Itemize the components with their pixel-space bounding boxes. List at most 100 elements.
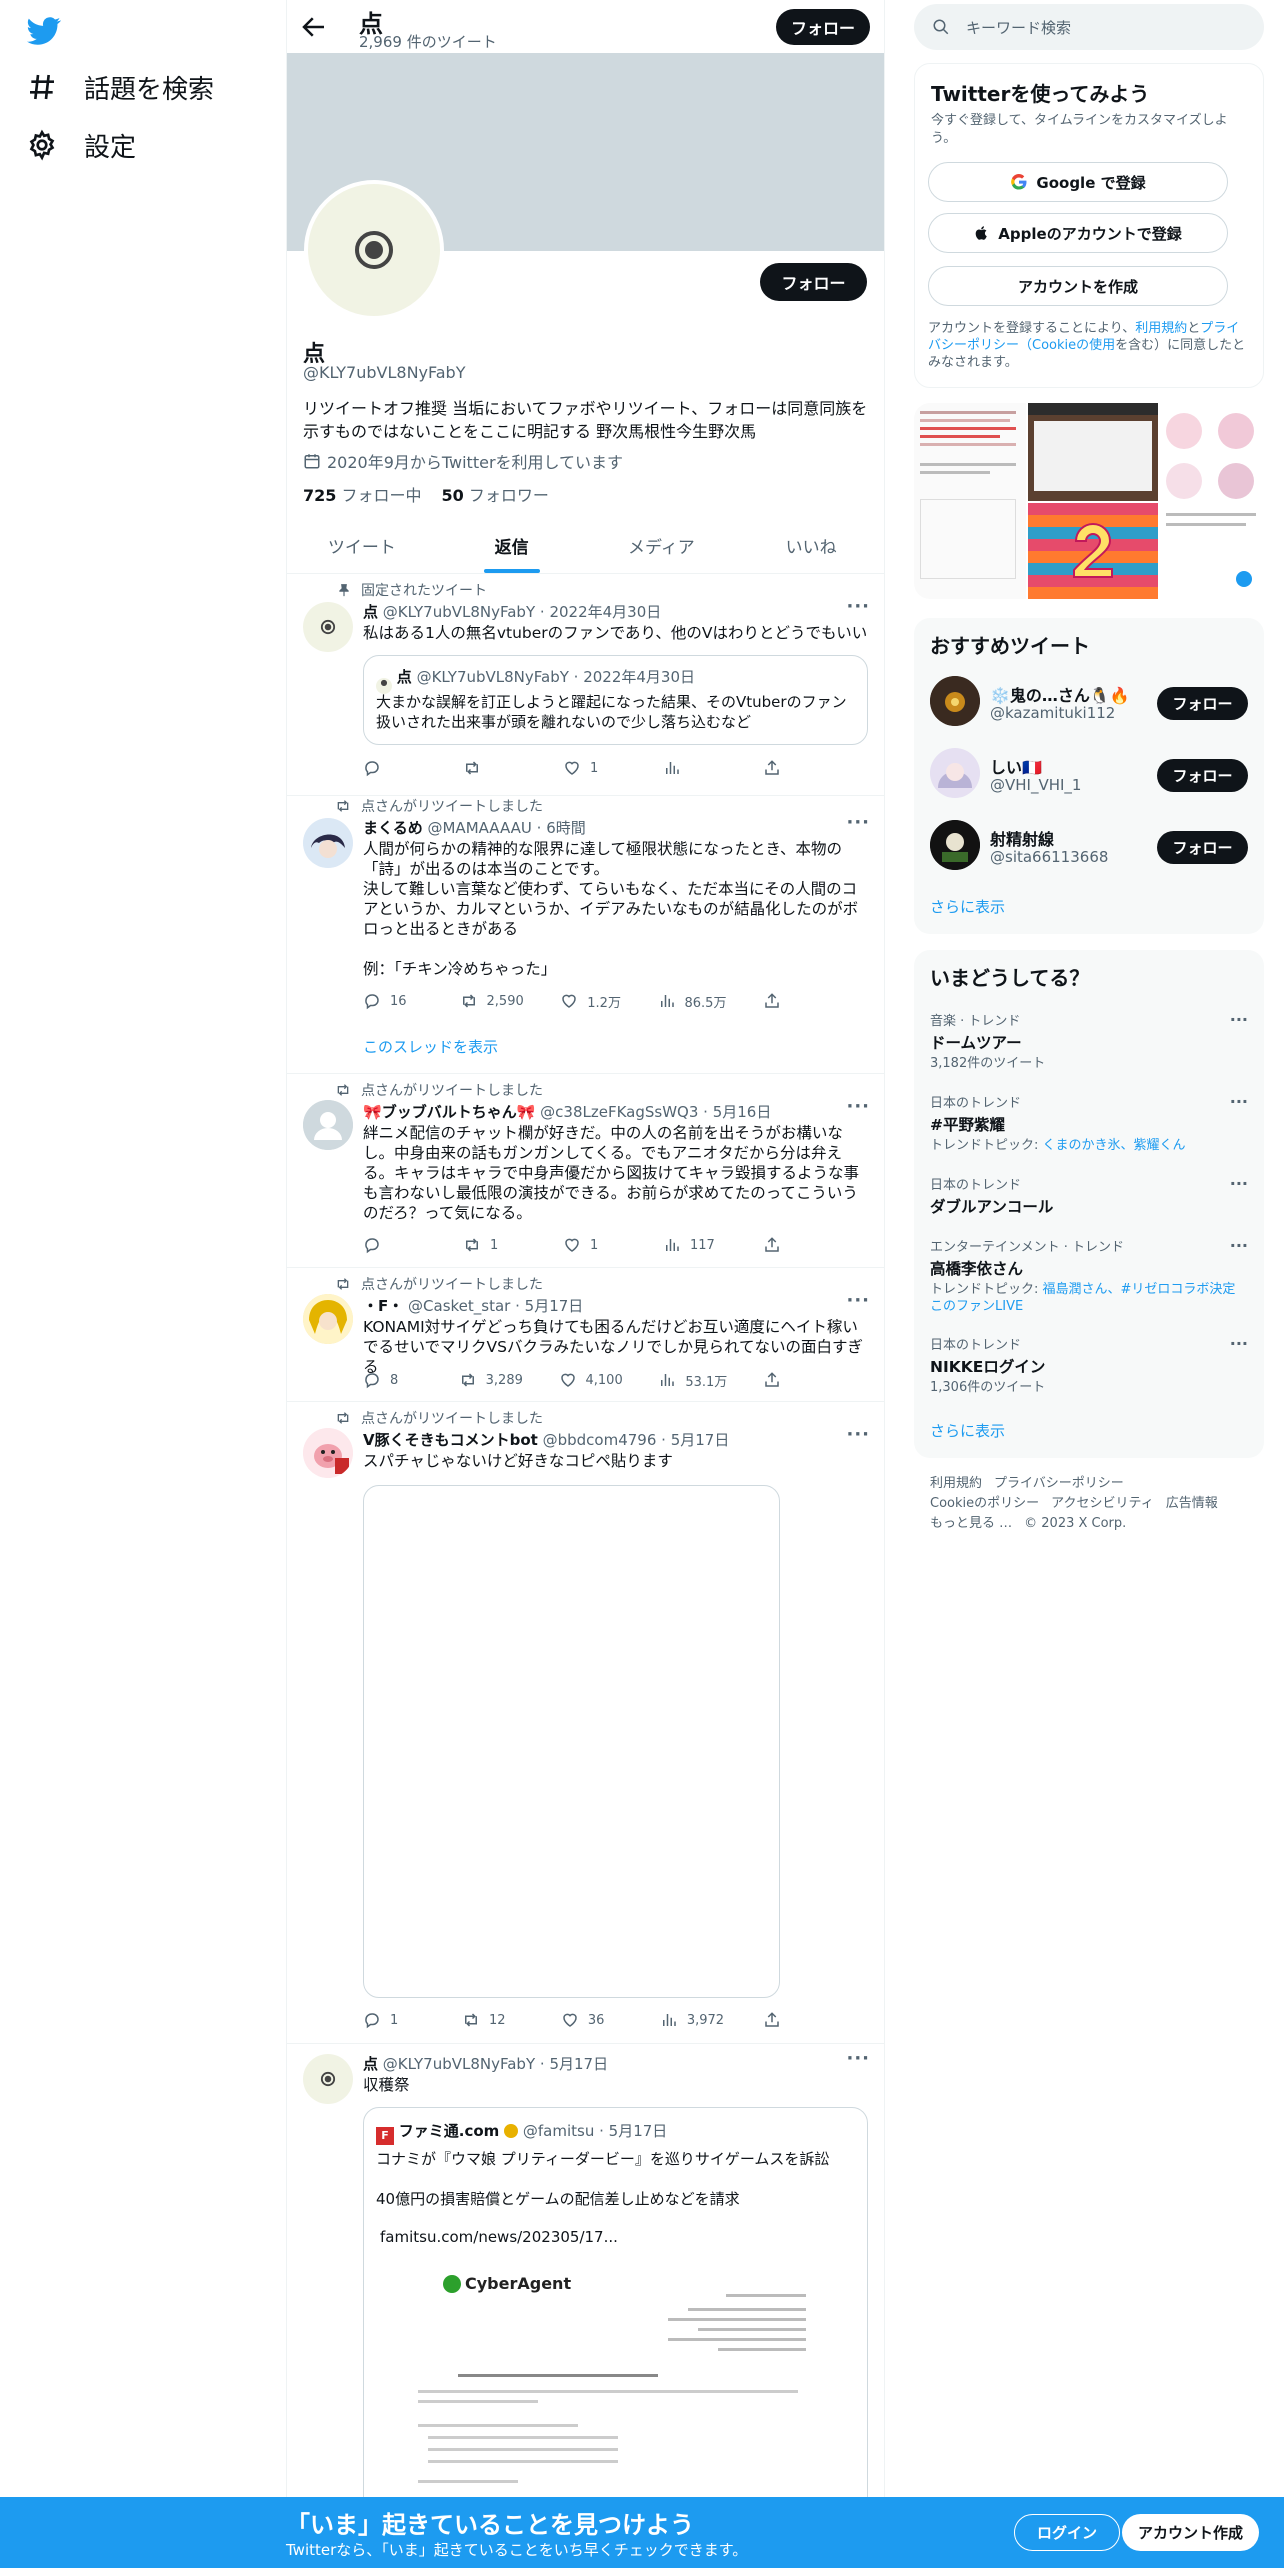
profile-follow-button[interactable]: フォロー: [760, 263, 867, 301]
tweet[interactable]: 点さんがリツイートしました 🎀ブッブバルトちゃん🎀 @c38LzeFKagSsW…: [287, 1074, 884, 1268]
reply-button[interactable]: 1: [363, 2009, 423, 2031]
tweet[interactable]: 点さんがリツイートしました V豚くそきもコメントbot @bbdcom4796 …: [287, 1402, 884, 2044]
header-follow-button[interactable]: フォロー: [776, 9, 870, 45]
trend-item[interactable]: 日本のトレンド #平野紫耀 トレンドトピック: くまのかき氷、紫耀くん ···: [930, 1092, 1248, 1154]
retweet-button[interactable]: [463, 757, 523, 779]
media-thumbnail[interactable]: [1028, 403, 1158, 501]
retweet-button[interactable]: 2,590: [460, 990, 524, 1012]
more-icon[interactable]: ···: [846, 1424, 870, 1445]
tweet-handle[interactable]: @c38LzeFKagSsWQ3: [540, 1103, 698, 1121]
tweet-media-image[interactable]: [363, 1485, 780, 1998]
avatar[interactable]: [930, 820, 980, 870]
footer-link[interactable]: 利用規約: [930, 1476, 982, 1491]
more-icon[interactable]: ···: [1230, 1092, 1248, 1111]
tweet-author[interactable]: 点: [363, 603, 378, 621]
tweet-date[interactable]: 5月16日: [713, 1103, 772, 1121]
trend-item[interactable]: 音楽 · トレンド ドームツアー 3,182件のツイート ···: [930, 1010, 1248, 1072]
tweet-handle[interactable]: @KLY7ubVL8NyFabY: [383, 2055, 535, 2073]
recommended-more-link[interactable]: さらに表示: [930, 896, 1005, 917]
more-icon[interactable]: ···: [1230, 1334, 1248, 1353]
tweet-date[interactable]: 6時間: [546, 819, 586, 837]
profile-avatar[interactable]: [304, 180, 444, 320]
search-input[interactable]: キーワード検索: [914, 4, 1264, 50]
apple-signup-button[interactable]: Appleのアカウントで登録: [928, 213, 1228, 253]
twitter-logo-icon[interactable]: [27, 14, 67, 54]
quote-link[interactable]: famitsu.com/news/202305/17...: [380, 2228, 618, 2246]
share-button[interactable]: [763, 757, 783, 779]
more-icon[interactable]: ···: [846, 2048, 870, 2069]
avatar[interactable]: [303, 602, 353, 652]
footer-link[interactable]: もっと見る …: [930, 1516, 1012, 1531]
tab-likes[interactable]: いいね: [736, 518, 884, 573]
follow-button[interactable]: フォロー: [1157, 687, 1248, 720]
reply-button[interactable]: 8: [363, 1369, 423, 1391]
trend-item[interactable]: 日本のトレンド ダブルアンコール ···: [930, 1174, 1248, 1217]
more-icon[interactable]: ···: [1230, 1010, 1248, 1029]
tweet[interactable]: 点さんがリツイートしました まくるめ @MAMAAAAU · 6時間 ··· 人…: [287, 796, 884, 1074]
tweet-author[interactable]: V豚くそきもコメントbot: [363, 1431, 538, 1449]
like-button[interactable]: 1: [563, 757, 623, 779]
media-thumbnail[interactable]: [914, 403, 1026, 599]
media-grid[interactable]: [914, 403, 1264, 599]
views-button[interactable]: [663, 757, 723, 779]
recommended-user[interactable]: しい🇫🇷 @VHI_VHI_1 フォロー: [930, 748, 1248, 804]
nav-settings[interactable]: 設定: [26, 116, 136, 174]
reply-button[interactable]: [363, 1234, 423, 1256]
like-button[interactable]: 1: [563, 1234, 623, 1256]
tab-replies[interactable]: 返信: [437, 518, 587, 573]
quoted-tweet[interactable]: ● 点 @KLY7ubVL8NyFabY · 2022年4月30日 大まかな誤解…: [363, 655, 868, 745]
avatar[interactable]: [303, 1428, 353, 1478]
media-thumbnail[interactable]: [1160, 403, 1264, 599]
footer-link[interactable]: 広告情報: [1166, 1496, 1218, 1511]
tweet-handle[interactable]: @KLY7ubVL8NyFabY: [383, 603, 535, 621]
back-arrow-icon[interactable]: [299, 12, 329, 42]
tweet-handle[interactable]: @Casket_star: [408, 1297, 510, 1315]
more-icon[interactable]: ···: [846, 1096, 870, 1117]
reply-button[interactable]: 16: [363, 990, 423, 1012]
footer-link[interactable]: プライバシーポリシー: [994, 1476, 1124, 1491]
share-button[interactable]: [763, 990, 783, 1012]
avatar[interactable]: [930, 676, 980, 726]
avatar[interactable]: [930, 748, 980, 798]
follow-button[interactable]: フォロー: [1157, 759, 1248, 792]
tweet-author[interactable]: ・F・: [363, 1297, 403, 1315]
more-icon[interactable]: ···: [1230, 1236, 1248, 1255]
more-icon[interactable]: ···: [846, 812, 870, 833]
nav-explore[interactable]: 話題を検索: [26, 58, 214, 116]
tab-media[interactable]: メディア: [587, 518, 737, 573]
views-button[interactable]: 86.5万: [658, 990, 726, 1012]
views-button[interactable]: 3,972: [660, 2009, 724, 2031]
share-button[interactable]: [763, 1234, 783, 1256]
more-icon[interactable]: ···: [1230, 1174, 1248, 1193]
avatar[interactable]: [303, 1294, 353, 1344]
tweet-handle[interactable]: @bbdcom4796: [543, 1431, 657, 1449]
footer-link[interactable]: アクセシビリティ: [1051, 1496, 1154, 1511]
tweet-author[interactable]: 🎀ブッブバルトちゃん🎀: [363, 1103, 535, 1121]
avatar[interactable]: [303, 2054, 353, 2104]
like-button[interactable]: 1.2万: [560, 990, 621, 1012]
tweet[interactable]: 点さんがリツイートしました ・F・ @Casket_star · 5月17日 ·…: [287, 1268, 884, 1402]
tweet-handle[interactable]: @MAMAAAAU: [427, 819, 531, 837]
default-avatar[interactable]: [303, 1100, 353, 1150]
share-button[interactable]: [763, 1369, 783, 1391]
tweet[interactable]: 点 @KLY7ubVL8NyFabY · 5月17日 ··· 収穫祭 F ファミ…: [287, 2044, 884, 2568]
tweet-author[interactable]: 点: [363, 2055, 378, 2073]
share-button[interactable]: [763, 2009, 783, 2031]
media-thumbnail[interactable]: [1028, 503, 1158, 599]
retweet-button[interactable]: 3,289: [459, 1369, 523, 1391]
show-thread-link[interactable]: このスレッドを表示: [363, 1036, 498, 1057]
tweet-date[interactable]: 2022年4月30日: [549, 603, 661, 621]
reply-button[interactable]: [363, 757, 423, 779]
trend-topic-link[interactable]: くまのかき氷、紫耀くん: [1043, 1138, 1186, 1153]
retweet-button[interactable]: 12: [462, 2009, 522, 2031]
more-icon[interactable]: ···: [846, 596, 870, 617]
trends-more-link[interactable]: さらに表示: [930, 1420, 1005, 1441]
google-signup-button[interactable]: Google で登録: [928, 162, 1228, 202]
following-stat[interactable]: 725 フォロー中: [303, 482, 422, 506]
followers-stat[interactable]: 50 フォロワー: [442, 482, 549, 506]
retweet-button[interactable]: 1: [463, 1234, 523, 1256]
signup-button[interactable]: アカウント作成: [1122, 2514, 1259, 2551]
tweet-author[interactable]: まくるめ: [363, 819, 423, 837]
terms-link[interactable]: 利用規約: [1135, 321, 1187, 336]
tweet-date[interactable]: 5月17日: [525, 1297, 584, 1315]
